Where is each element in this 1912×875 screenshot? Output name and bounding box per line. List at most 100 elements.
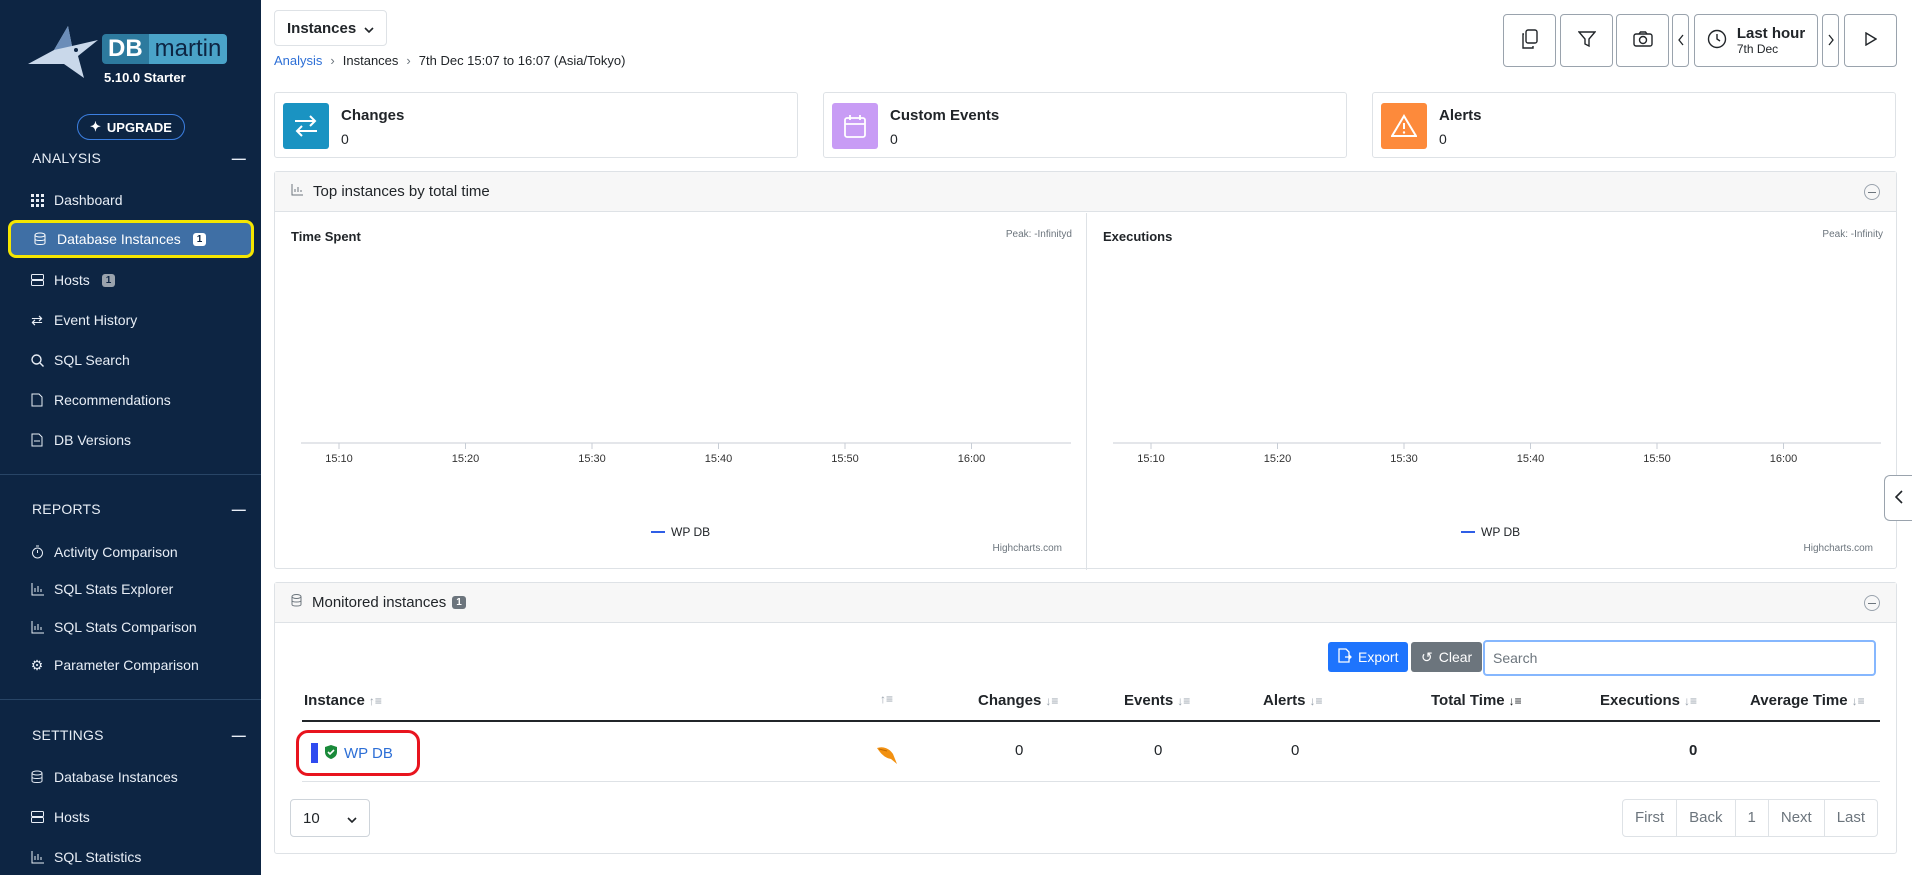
sidebar-item-sql-stats-comparison[interactable]: SQL Stats Comparison bbox=[30, 615, 197, 639]
changes-card[interactable]: Changes 0 bbox=[274, 92, 798, 158]
sidebar-item-label: Dashboard bbox=[54, 192, 123, 208]
chevron-right-icon: › bbox=[330, 53, 335, 68]
version-label: 5.10.0 Starter bbox=[104, 70, 186, 85]
sidebar-item-activity-comparison[interactable]: Activity Comparison bbox=[30, 540, 178, 564]
column-header-events[interactable]: Events ↓≡ bbox=[1124, 692, 1190, 709]
page-first-button[interactable]: First bbox=[1623, 800, 1676, 836]
search-icon bbox=[30, 353, 44, 367]
x-tick-label: 15:10 bbox=[325, 453, 353, 465]
page-last-button[interactable]: Last bbox=[1823, 800, 1877, 836]
sidebar-item-sql-statistics[interactable]: SQL Statistics bbox=[30, 845, 141, 869]
sidebar-item-event-history[interactable]: ⇄ Event History bbox=[30, 308, 137, 332]
clear-label: Clear bbox=[1438, 649, 1473, 665]
sidebar-item-label: SQL Stats Comparison bbox=[54, 619, 197, 635]
column-header-type[interactable]: ↑≡ bbox=[880, 692, 893, 706]
next-range-button[interactable] bbox=[1822, 14, 1839, 67]
page-number-button[interactable]: 1 bbox=[1734, 800, 1768, 836]
instance-cell[interactable]: WP DB bbox=[296, 730, 420, 776]
custom-events-card[interactable]: Custom Events 0 bbox=[823, 92, 1347, 158]
clear-button[interactable]: ↺ Clear bbox=[1411, 642, 1483, 672]
sparkle-icon: ✦ bbox=[90, 119, 101, 134]
sidebar-item-sql-stats-explorer[interactable]: SQL Stats Explorer bbox=[30, 577, 173, 601]
collapse-icon[interactable] bbox=[1864, 595, 1880, 611]
panel-title: Monitored instances bbox=[312, 594, 447, 611]
sidebar-item-label: Database Instances bbox=[57, 231, 181, 247]
instances-dropdown[interactable]: Instances bbox=[274, 10, 388, 46]
export-button[interactable]: Export bbox=[1328, 642, 1409, 672]
logo[interactable]: DB martin 5.10.0 Starter bbox=[24, 16, 228, 88]
sidebar-item-settings-hosts[interactable]: Hosts bbox=[30, 805, 90, 829]
sort-icon: ↑≡ bbox=[880, 692, 894, 706]
sidebar-item-settings-database-instances[interactable]: Database Instances bbox=[30, 765, 178, 789]
top-instances-panel: Top instances by total time 15:10 15:20 15… bbox=[274, 171, 1897, 570]
sidebar-item-recommendations[interactable]: Recommendations bbox=[30, 388, 171, 412]
instance-link[interactable]: WP DB bbox=[344, 745, 393, 762]
chevron-left-icon bbox=[1677, 33, 1684, 49]
chart-icon bbox=[291, 183, 303, 200]
sidebar-item-parameter-comparison[interactable]: ⚙ Parameter Comparison bbox=[30, 653, 199, 677]
search-input[interactable] bbox=[1483, 640, 1876, 676]
column-label: Average Time bbox=[1750, 692, 1848, 709]
breadcrumb-analysis[interactable]: Analysis bbox=[274, 53, 322, 68]
reports-section-header[interactable]: REPORTS — bbox=[32, 501, 246, 517]
sidebar-item-label: Event History bbox=[54, 312, 138, 328]
chart-credit[interactable]: Highcharts.com bbox=[1804, 543, 1873, 554]
shield-check-icon bbox=[324, 744, 338, 763]
time-range-label: Last hour bbox=[1736, 25, 1806, 42]
column-header-alerts[interactable]: Alerts ↓≡ bbox=[1263, 692, 1323, 709]
sidebar-item-label: DB Versions bbox=[54, 432, 132, 448]
chart-credit[interactable]: Highcharts.com bbox=[993, 543, 1062, 554]
sort-icon: ↓≡ bbox=[1508, 693, 1522, 708]
column-header-average-time[interactable]: Average Time ↓≡ bbox=[1750, 692, 1865, 709]
analysis-section-header[interactable]: ANALYSIS — bbox=[32, 150, 246, 166]
settings-section-header[interactable]: SETTINGS — bbox=[32, 727, 246, 743]
upgrade-button[interactable]: ✦ UPGRADE bbox=[77, 114, 185, 140]
alerts-card[interactable]: Alerts 0 bbox=[1372, 92, 1896, 158]
sidebar-item-dashboard[interactable]: Dashboard bbox=[30, 188, 123, 212]
brand-martin: martin bbox=[148, 34, 228, 64]
page-next-button[interactable]: Next bbox=[1767, 800, 1824, 836]
column-header-executions[interactable]: Executions ↓≡ bbox=[1600, 692, 1697, 709]
sidebar-item-sql-search[interactable]: SQL Search bbox=[30, 348, 130, 372]
collapse-icon[interactable] bbox=[1864, 184, 1880, 200]
sidebar-item-database-instances[interactable]: Database Instances 1 bbox=[8, 220, 254, 258]
export-label: Export bbox=[1358, 649, 1399, 665]
chart-title: Executions bbox=[1103, 229, 1173, 244]
row-divider bbox=[302, 781, 1880, 782]
x-tick-label: 15:20 bbox=[452, 453, 480, 465]
sidebar: DB martin 5.10.0 Starter ✦ UPGRADE ANALY… bbox=[0, 0, 261, 875]
collapse-icon[interactable]: — bbox=[232, 501, 246, 517]
chevron-right-icon: › bbox=[406, 53, 411, 68]
alerts-cell: 0 bbox=[1291, 742, 1300, 759]
copy-button[interactable] bbox=[1503, 14, 1556, 67]
camera-icon bbox=[1632, 31, 1653, 50]
x-tick-label: 15:30 bbox=[578, 453, 606, 465]
column-header-total-time[interactable]: Total Time ↓≡ bbox=[1431, 692, 1522, 709]
previous-range-button[interactable] bbox=[1672, 14, 1689, 67]
sidebar-item-label: SQL Search bbox=[54, 352, 130, 368]
legend-item[interactable]: WP DB bbox=[1461, 525, 1520, 539]
column-header-changes[interactable]: Changes ↓≡ bbox=[978, 692, 1058, 709]
file-icon bbox=[30, 433, 44, 447]
filter-button[interactable] bbox=[1560, 14, 1613, 67]
database-icon bbox=[30, 770, 44, 784]
divider bbox=[0, 699, 261, 700]
sidebar-item-db-versions[interactable]: DB Versions bbox=[30, 428, 131, 452]
legend-item[interactable]: WP DB bbox=[651, 525, 710, 539]
sidebar-item-hosts[interactable]: Hosts 1 bbox=[30, 268, 116, 292]
page-size-select[interactable]: 10 bbox=[290, 799, 370, 837]
column-label: Executions bbox=[1600, 692, 1681, 709]
side-panel-toggle[interactable] bbox=[1884, 475, 1912, 521]
collapse-icon[interactable]: — bbox=[232, 150, 246, 166]
play-button[interactable] bbox=[1844, 14, 1897, 67]
time-range-button[interactable]: Last hour 7th Dec bbox=[1694, 14, 1818, 67]
collapse-icon[interactable]: — bbox=[232, 727, 246, 743]
series-color-bar bbox=[311, 743, 318, 763]
page-back-button[interactable]: Back bbox=[1676, 800, 1734, 836]
page-size-value: 10 bbox=[303, 809, 320, 827]
column-header-instance[interactable]: Instance ↑≡ bbox=[304, 692, 382, 709]
sort-icon: ↓≡ bbox=[1177, 693, 1191, 708]
card-title: Changes bbox=[341, 107, 405, 124]
sort-icon: ↓≡ bbox=[1851, 693, 1865, 708]
snapshot-button[interactable] bbox=[1616, 14, 1669, 67]
